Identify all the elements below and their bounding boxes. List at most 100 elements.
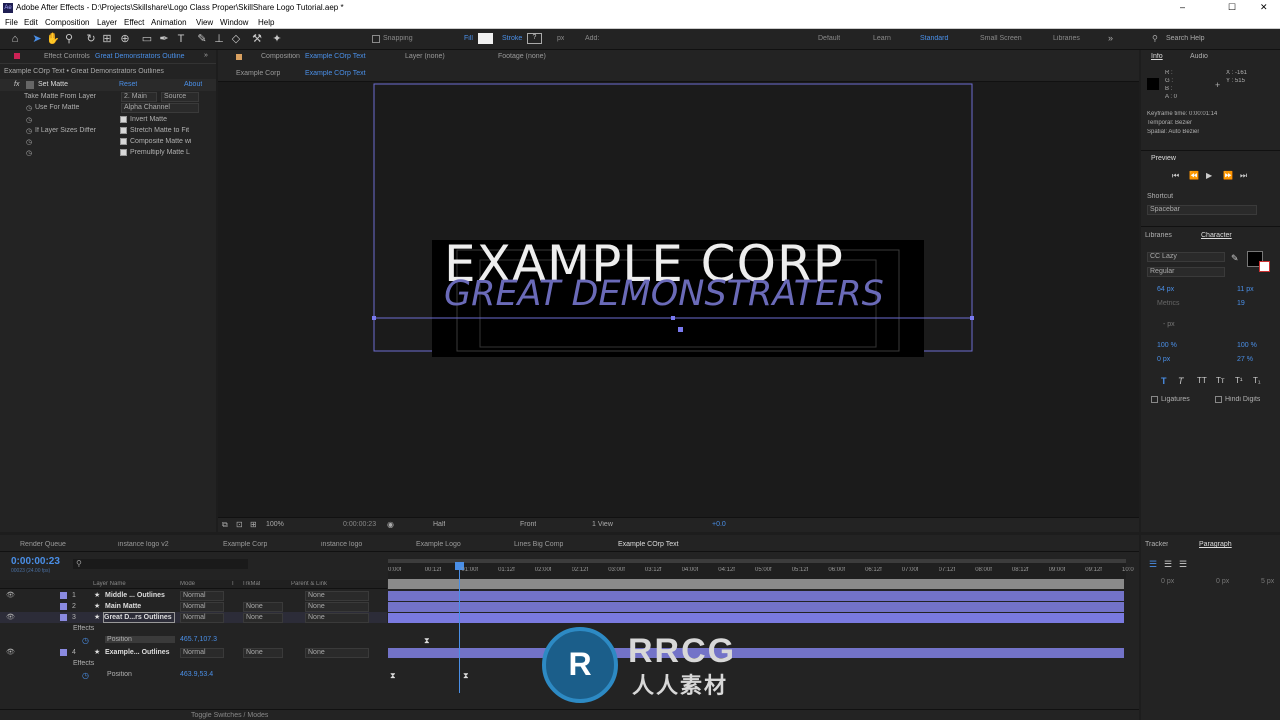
layer-row[interactable]: 👁 1 ★ Middle ... Outlines Normal None	[0, 590, 387, 601]
header-parent[interactable]: Parent & Link	[291, 581, 327, 587]
footage-tab[interactable]: Footage (none)	[498, 53, 546, 60]
work-area-bar[interactable]	[388, 559, 1126, 563]
stroke-width-value[interactable]: - px	[1163, 321, 1175, 328]
workspace-learn[interactable]: Learn	[873, 35, 891, 42]
effect-toggle-icon[interactable]	[26, 81, 34, 89]
paragraph-tab[interactable]: Paragraph	[1199, 541, 1232, 548]
selection-tool-icon[interactable]: ➤	[30, 32, 44, 46]
comp-subtab-example-corp-text[interactable]: Example COrp Text	[305, 70, 366, 77]
stroke-swatch[interactable]: ?	[527, 33, 542, 44]
superscript-icon[interactable]: T¹	[1235, 376, 1243, 385]
viewer-timecode[interactable]: 0:00:00:23	[343, 521, 376, 528]
menu-edit[interactable]: Edit	[24, 18, 38, 27]
parent-dropdown[interactable]: None	[305, 591, 369, 601]
faux-bold-icon[interactable]: T	[1161, 376, 1167, 386]
camera-tool-icon[interactable]: ⊞	[100, 32, 114, 46]
layer-bar[interactable]	[388, 591, 1124, 601]
horizontal-scale-value[interactable]: 100 %	[1237, 342, 1257, 349]
minimize-button[interactable]: –	[1180, 2, 1185, 12]
all-caps-icon[interactable]: TT	[1197, 376, 1207, 385]
search-help-input[interactable]: Search Help	[1166, 35, 1205, 42]
roto-brush-tool-icon[interactable]: ⚒	[250, 32, 264, 46]
composite-matte-checkbox[interactable]	[120, 138, 127, 145]
menu-view[interactable]: View	[196, 18, 213, 27]
tab-instance-logo-v2[interactable]: instance logo v2	[118, 541, 169, 548]
effect-controls-tab[interactable]: Effect Controls	[44, 53, 90, 60]
position-property[interactable]: Position	[105, 636, 175, 643]
next-frame-icon[interactable]: ⏩	[1223, 171, 1233, 180]
work-area-range[interactable]	[388, 579, 1124, 589]
keyframe-icon[interactable]: ⧗	[424, 636, 430, 646]
tracking-value[interactable]: 19	[1237, 300, 1245, 307]
menu-layer[interactable]: Layer	[97, 18, 117, 27]
menu-help[interactable]: Help	[258, 18, 274, 27]
mode-dropdown[interactable]: Normal	[180, 602, 224, 612]
rectangle-tool-icon[interactable]: ▭	[140, 32, 154, 46]
trkmat-dropdown[interactable]: None	[243, 648, 283, 658]
eraser-tool-icon[interactable]: ◇	[229, 32, 243, 46]
zoom-tool-icon[interactable]: ⚲	[62, 32, 76, 46]
position-value[interactable]: 465.7,107.3	[180, 636, 217, 643]
resolution-dropdown[interactable]: Half	[433, 521, 445, 528]
ligatures-checkbox[interactable]	[1151, 396, 1158, 403]
last-frame-icon[interactable]: ⏭	[1240, 171, 1247, 181]
workspace-standard[interactable]: Standard	[920, 35, 948, 42]
parent-dropdown[interactable]: None	[305, 602, 369, 612]
effects-group[interactable]: Effects	[73, 625, 94, 632]
workspace-libraries[interactable]: Libraries	[1053, 35, 1080, 42]
premultiply-matte-checkbox[interactable]	[120, 149, 127, 156]
tab-render-queue[interactable]: Render Queue	[20, 541, 66, 548]
menu-window[interactable]: Window	[220, 18, 248, 27]
header-trkmat[interactable]: TrkMat	[242, 581, 260, 587]
layer-row[interactable]: 2 ★ Main Matte Normal None None	[0, 601, 387, 612]
layer-bar[interactable]	[388, 613, 1124, 623]
first-frame-icon[interactable]: ⏮	[1172, 171, 1179, 181]
leading-value[interactable]: 11 px	[1237, 286, 1254, 293]
label-color-swatch[interactable]	[60, 649, 67, 656]
character-tab[interactable]: Character	[1201, 232, 1232, 239]
exposure-value[interactable]: +0.0	[712, 521, 726, 528]
camera-snapshot-icon[interactable]: ◉	[387, 520, 394, 529]
layer-tab[interactable]: Layer (none)	[405, 53, 445, 60]
layer-name[interactable]: Main Matte	[105, 601, 141, 612]
first-line-value[interactable]: 5 px	[1261, 578, 1274, 585]
libraries-tab[interactable]: Libraries	[1145, 232, 1172, 239]
home-icon[interactable]: ⌂	[8, 32, 22, 46]
grid-icon[interactable]: ⊞	[250, 520, 257, 529]
pen-tool-icon[interactable]: ✒	[157, 32, 171, 46]
align-left-icon[interactable]: ☰	[1149, 559, 1157, 570]
tracker-tab[interactable]: Tracker	[1145, 541, 1168, 548]
layer-row-selected[interactable]: 👁 3 ★ Great D...rs Outlines Normal None …	[0, 612, 387, 623]
keyframe-icon[interactable]: ⧗	[390, 671, 396, 681]
layer-row[interactable]: 👁 4 ★ Example... Outlines Normal None No…	[0, 647, 387, 658]
stretch-matte-checkbox[interactable]	[120, 127, 127, 134]
label-color-swatch[interactable]	[60, 614, 67, 621]
stopwatch-icon[interactable]: ◷	[26, 138, 32, 146]
composition-tab[interactable]: Composition	[261, 53, 300, 60]
header-layer-name[interactable]: Layer Name	[93, 581, 126, 587]
hand-tool-icon[interactable]: ✋	[46, 32, 60, 46]
stroke-color-swatch[interactable]	[1259, 261, 1270, 272]
faux-italic-icon[interactable]: T	[1178, 376, 1184, 386]
keyframe-icon[interactable]: ⧗	[463, 671, 469, 681]
invert-matte-checkbox[interactable]	[120, 116, 127, 123]
tab-instance-logo[interactable]: instance logo	[321, 541, 362, 548]
effect-controls-tab-target[interactable]: Great Demonstrators Outline	[95, 53, 187, 60]
fx-icon[interactable]: fx	[14, 81, 19, 88]
mode-dropdown[interactable]: Normal	[180, 591, 224, 601]
workspace-default[interactable]: Default	[818, 35, 840, 42]
workspace-overflow-icon[interactable]: »	[1108, 33, 1113, 43]
layer-name[interactable]: Example... Outlines	[105, 647, 170, 658]
show-snapshot-icon[interactable]: ⊡	[236, 520, 243, 529]
position-property[interactable]: Position	[107, 671, 132, 678]
reset-link[interactable]: Reset	[119, 81, 137, 88]
kerning-value[interactable]: Metrics	[1157, 300, 1180, 307]
indent-right-value[interactable]: 0 px	[1216, 578, 1229, 585]
small-caps-icon[interactable]: Tᴛ	[1216, 376, 1225, 385]
trkmat-dropdown[interactable]: None	[243, 613, 283, 623]
rotate-tool-icon[interactable]: ↻	[84, 32, 98, 46]
stopwatch-icon[interactable]: ◷	[26, 116, 32, 124]
snapping-checkbox[interactable]	[372, 35, 380, 43]
trkmat-dropdown[interactable]: None	[243, 602, 283, 612]
mode-dropdown[interactable]: Normal	[180, 648, 224, 658]
